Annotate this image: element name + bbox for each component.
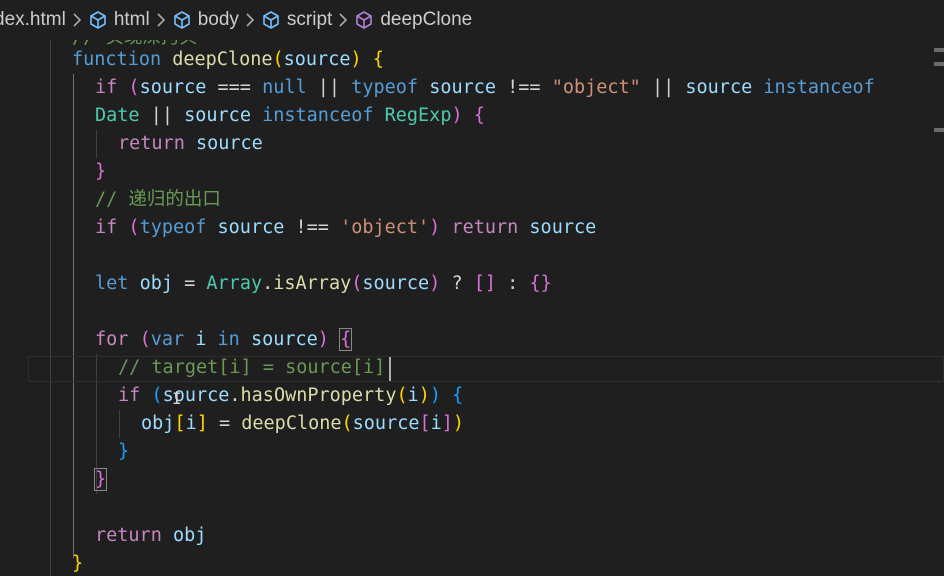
breadcrumb-html[interactable]: html	[88, 9, 150, 31]
code-line: }	[95, 161, 107, 182]
cube-icon	[90, 11, 106, 29]
code-line: // 递归的出口	[95, 189, 221, 210]
code-line: // target[i] = source[i]	[118, 357, 386, 378]
code-line: }	[93, 468, 108, 491]
code-line: for (var i in source) {	[95, 328, 353, 351]
breadcrumb-body[interactable]: body	[172, 9, 239, 31]
breadcrumb: dex.html html body script deepClone	[0, 0, 944, 40]
code-line: function deepClone(source) {	[72, 49, 384, 70]
code-line: if (source.hasOwnProperty(i)) {	[118, 385, 464, 406]
code-line: return obj	[95, 525, 207, 546]
breadcrumb-file[interactable]: dex.html	[0, 9, 66, 31]
cube-icon	[173, 11, 190, 29]
chevron-right-icon	[66, 13, 88, 27]
breadcrumb-script[interactable]: script	[261, 9, 332, 31]
cube-icon	[263, 11, 279, 29]
code-line: if (typeof source !== 'object') return s…	[95, 217, 597, 238]
indent-guide	[50, 40, 51, 576]
method-cube-icon	[356, 11, 373, 29]
chevron-right-icon	[239, 13, 261, 27]
mouse-ibeam-icon: I	[172, 389, 182, 408]
indent-guide	[73, 74, 74, 558]
code-line: let obj = Array.isArray(source) ? [] : {…	[95, 273, 552, 294]
scrollbar-marker	[934, 128, 944, 132]
scrollbar-marker	[934, 48, 944, 52]
code-editor[interactable]: // 实现深拷贝 function deepClone(source) { if…	[0, 40, 944, 576]
text-cursor	[389, 357, 391, 381]
scrollbar-marker	[934, 62, 944, 66]
code-line: return source	[118, 133, 263, 154]
chevron-right-icon	[332, 13, 354, 27]
code-line: }	[72, 553, 84, 574]
code-line: if (source === null || typeof source !==…	[95, 77, 875, 98]
chevron-right-icon	[150, 13, 172, 27]
code-line: }	[118, 441, 130, 462]
indent-guide	[96, 130, 97, 158]
code-line: obj[i] = deepClone(source[i])	[141, 413, 465, 434]
indent-guide	[119, 410, 120, 438]
breadcrumb-deepclone[interactable]: deepClone	[354, 9, 472, 31]
code-line: Date || source instanceof RegExp) {	[95, 105, 485, 126]
